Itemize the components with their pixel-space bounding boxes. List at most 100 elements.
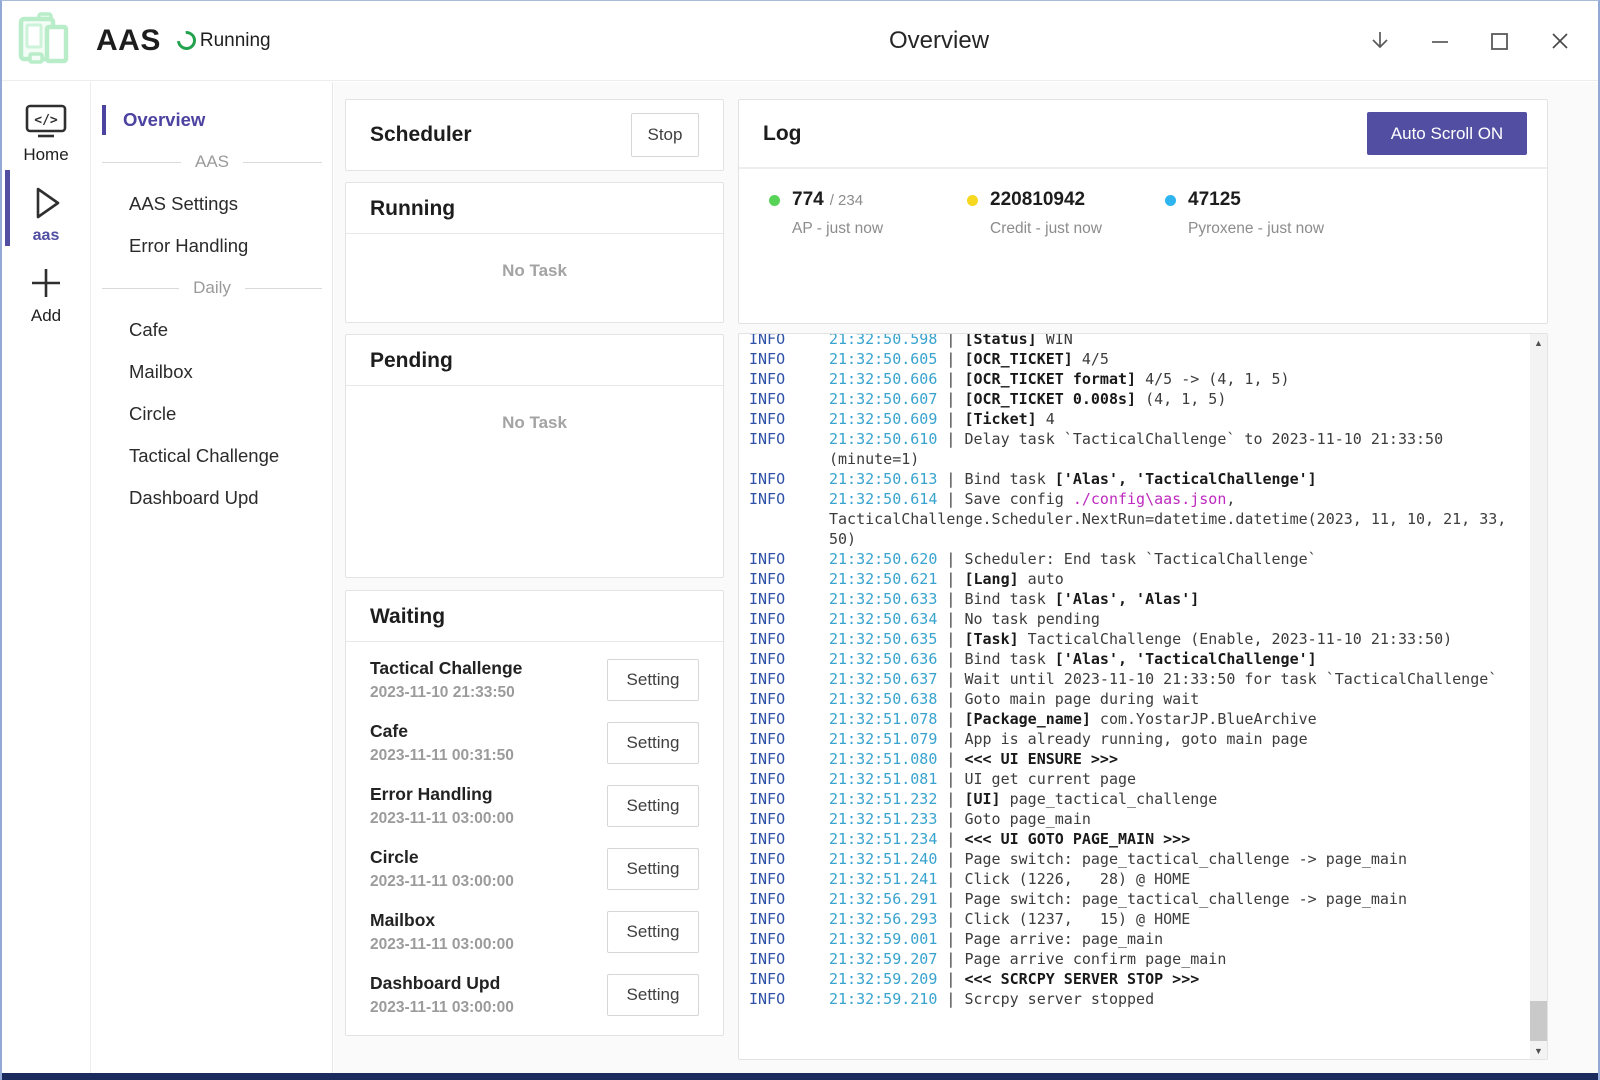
log-line: INFO21:32:50.635 | [Task] TacticalChalle… [749,629,1530,649]
auto-scroll-button[interactable]: Auto Scroll ON [1367,112,1527,155]
setting-button-mailbox[interactable]: Setting [607,911,699,953]
log-text: 4 [1037,410,1055,428]
log-message: 21:32:50.636 | Bind task ['Alas', 'Tacti… [829,649,1530,669]
log-line: INFO21:32:50.614 | Save config ./config\… [749,489,1530,549]
waiting-card: Waiting Tactical Challenge2023-11-10 21:… [345,590,724,1036]
log-line: INFO21:32:51.234 | <<< UI GOTO PAGE_MAIN… [749,829,1530,849]
sidebar-item-error-handling[interactable]: Error Handling [92,225,332,267]
log-message: 21:32:50.635 | [Task] TacticalChallenge … [829,629,1530,649]
close-icon[interactable] [1548,29,1572,53]
stop-button[interactable]: Stop [631,113,699,157]
running-title: Running [370,197,699,221]
log-text: [OCR_TICKET 0.008s] [964,390,1136,408]
log-timestamp: 21:32:51.079 [829,730,937,748]
section-label: AAS [195,152,229,172]
waiting-task-name: Tactical Challenge [370,658,522,679]
log-text: (4, 1, 5) [1136,390,1226,408]
log-level: INFO [749,969,829,989]
setting-button-cafe[interactable]: Setting [607,722,699,764]
log-level: INFO [749,929,829,949]
log-level: INFO [749,989,829,1009]
log-level: INFO [749,589,829,609]
log-text: com.YostarJP.BlueArchive [1091,710,1317,728]
rail-item-home[interactable]: </> Home [2,101,90,165]
sidebar-item-mailbox[interactable]: Mailbox [92,351,332,393]
log-header: Log Auto Scroll ON [739,100,1547,169]
rail-item-aas[interactable]: aas [2,181,90,245]
log-line: INFO21:32:50.621 | [Lang] auto [749,569,1530,589]
log-line: INFO21:32:51.081 | UI get current page [749,769,1530,789]
app-logo-icon [14,11,76,71]
window-bottom-edge [2,1073,1598,1080]
sidebar-item-circle[interactable]: Circle [92,393,332,435]
stat-label: Pyroxene - just now [1188,220,1363,238]
stat-item-ap: 774/ 234AP - just now [769,189,967,238]
log-message: 21:32:50.610 | Delay task `TacticalChall… [829,429,1530,469]
pending-empty-text: No Task [346,413,723,433]
log-timestamp: 21:32:59.209 [829,970,937,988]
log-level: INFO [749,829,829,849]
page-title: Overview [889,27,989,55]
stat-dot-icon [967,195,978,206]
log-level: INFO [749,889,829,909]
log-text: [Task] [964,630,1018,648]
maximize-icon[interactable] [1488,29,1512,53]
sidebar-item-tactical-challenge[interactable]: Tactical Challenge [92,435,332,477]
log-console[interactable]: INFO21:32:50.598 | [Status] WININFO21:32… [738,333,1548,1060]
log-level: INFO [749,349,829,369]
log-message: 21:32:51.080 | <<< UI ENSURE >>> [829,749,1530,769]
log-line: INFO21:32:50.607 | [OCR_TICKET 0.008s] (… [749,389,1530,409]
log-line: INFO21:32:59.207 | Page arrive confirm p… [749,949,1530,969]
log-text: [Lang] [964,570,1018,588]
log-text: Goto main page during wait [964,690,1199,708]
log-text: Scheduler: End task `TacticalChallenge` [964,550,1316,568]
log-text: Click (1226, 28) @ HOME [964,870,1190,888]
log-scrollbar[interactable]: ▲ ▼ [1530,334,1547,1059]
waiting-task-next-run: 2023-11-11 03:00:00 [370,936,514,954]
log-path: ./config\aas.json [1073,490,1227,508]
log-timestamp: 21:32:50.614 [829,490,937,508]
waiting-task-name: Mailbox [370,910,514,931]
log-line: INFO21:32:51.078 | [Package_name] com.Yo… [749,709,1530,729]
scrollbar-up-icon[interactable]: ▲ [1530,334,1547,351]
sidebar-item-dashboard-upd[interactable]: Dashboard Upd [92,477,332,519]
sidebar-item-cafe[interactable]: Cafe [92,309,332,351]
scrollbar-thumb[interactable] [1530,1001,1547,1041]
waiting-task-info: Dashboard Upd2023-11-11 03:00:00 [370,973,514,1017]
sidebar-list: Overview AAS AAS SettingsError HandlingDai… [92,99,332,519]
log-level: INFO [749,489,829,549]
log-text: <<< SCRCPY SERVER STOP >>> [964,970,1199,988]
scrollbar-down-icon[interactable]: ▼ [1530,1042,1547,1059]
log-timestamp: 21:32:50.607 [829,390,937,408]
log-line: INFO21:32:50.609 | [Ticket] 4 [749,409,1530,429]
log-level: INFO [749,769,829,789]
log-level: INFO [749,949,829,969]
log-message: 21:32:56.291 | Page switch: page_tactica… [829,889,1530,909]
log-card: Log Auto Scroll ON 774/ 234AP - just now… [738,99,1548,324]
waiting-task-name: Cafe [370,721,514,742]
titlebar: AAS Running Overview [2,1,1598,81]
setting-button-circle[interactable]: Setting [607,848,699,890]
log-timestamp: 21:32:51.232 [829,790,937,808]
log-line: INFO21:32:50.613 | Bind task ['Alas', 'T… [749,469,1530,489]
log-level: INFO [749,569,829,589]
sidebar-section-daily: Daily [92,267,332,309]
sidebar-item-aas-settings[interactable]: AAS Settings [92,183,332,225]
waiting-task-info: Cafe2023-11-11 00:31:50 [370,721,514,765]
setting-button-tactical-challenge[interactable]: Setting [607,659,699,701]
log-timestamp: 21:32:50.606 [829,370,937,388]
log-text: WIN [1037,334,1073,348]
sidebar-item-overview[interactable]: Overview [92,99,332,141]
setting-button-dashboard-upd[interactable]: Setting [607,974,699,1016]
log-timestamp: 21:32:50.605 [829,350,937,368]
plus-icon [25,262,67,304]
stat-top: 47125 [1165,189,1363,211]
setting-button-error-handling[interactable]: Setting [607,785,699,827]
download-icon[interactable] [1368,29,1392,53]
log-line: INFO21:32:50.605 | [OCR_TICKET] 4/5 [749,349,1530,369]
log-text: Click (1237, 15) @ HOME [964,910,1190,928]
minimize-icon[interactable] [1428,29,1452,53]
rail-item-add[interactable]: Add [2,262,90,326]
waiting-task-next-run: 2023-11-11 03:00:00 [370,873,514,891]
running-empty-text: No Task [346,261,723,281]
